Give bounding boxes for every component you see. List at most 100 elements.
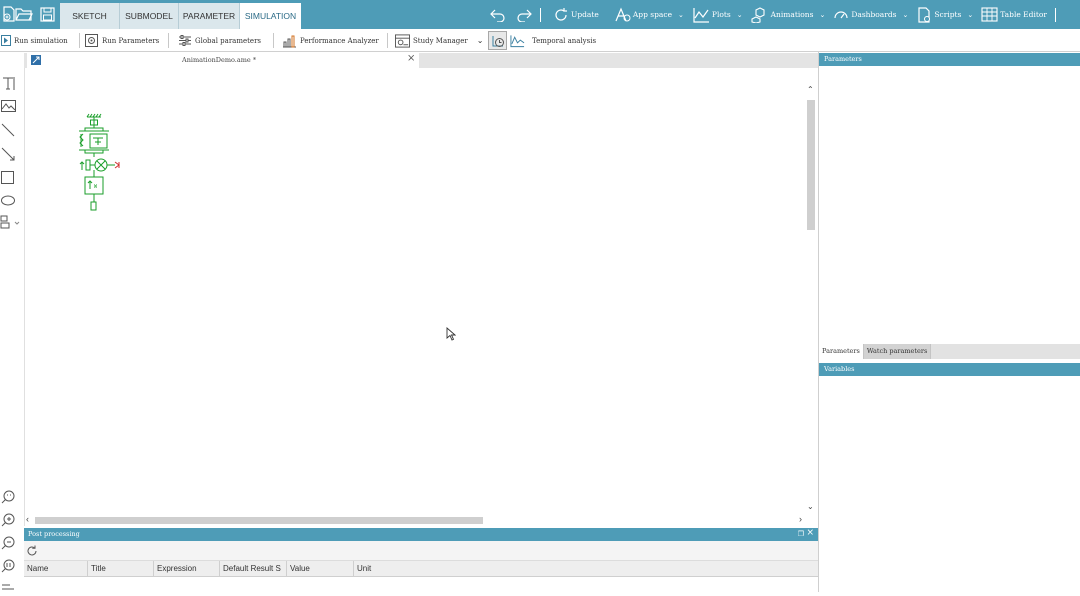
gear-icon: [84, 33, 99, 48]
plots-button[interactable]: Plots ⌄: [692, 7, 743, 23]
dashboards-button[interactable]: Dashboards ⌄: [833, 7, 908, 23]
toolbar-separator: [273, 33, 274, 48]
close-icon[interactable]: ×: [407, 53, 415, 64]
animation-icon: [751, 6, 769, 23]
global-parameters-label: Global parameters: [195, 36, 262, 45]
animations-button[interactable]: Animations ⌄: [751, 6, 825, 23]
table-icon: [981, 7, 998, 22]
chevron-down-icon[interactable]: ⌄: [819, 11, 825, 19]
toolbar-separator: [79, 33, 80, 48]
layers-icon[interactable]: [0, 580, 16, 596]
study-manager-label: Study Manager: [413, 36, 468, 45]
scroll-left-icon[interactable]: ‹: [26, 514, 29, 524]
rectangle-tool-icon[interactable]: [0, 169, 16, 185]
temporal-analysis-label: Temporal analysis: [532, 36, 597, 45]
zoom-fit-icon[interactable]: [0, 489, 16, 505]
column-header[interactable]: Title: [88, 561, 154, 577]
variables-header: Variables: [819, 363, 1080, 376]
scrollbar-thumb[interactable]: [807, 100, 815, 230]
tab-watch-parameters[interactable]: Watch parameters: [863, 344, 932, 359]
redo-button[interactable]: [516, 8, 532, 22]
update-label: Update: [571, 10, 599, 19]
undo-button[interactable]: [490, 8, 506, 22]
arrow-tool-icon[interactable]: [0, 146, 16, 162]
table-editor-button[interactable]: Table Editor: [981, 7, 1047, 22]
bar-chart-icon: [282, 33, 297, 48]
document-tab[interactable]: AnimationDemo.ame * ×: [27, 53, 419, 68]
run-parameters-button[interactable]: Run Parameters: [84, 32, 159, 49]
tab-parameters[interactable]: Parameters: [819, 344, 864, 359]
dashboard-icon: [833, 7, 849, 23]
scroll-right-icon[interactable]: ›: [799, 514, 802, 524]
restore-window-icon[interactable]: ❐: [798, 528, 804, 541]
sketch-canvas[interactable]: W: [24, 68, 818, 526]
zoom-out-icon[interactable]: [0, 535, 16, 551]
run-simulation-button[interactable]: Run simulation: [0, 32, 68, 49]
zoom-in-icon[interactable]: [0, 512, 16, 528]
toolbar-divider: [540, 7, 541, 22]
column-header[interactable]: Name: [24, 561, 88, 577]
column-header[interactable]: Default Result S: [220, 561, 287, 577]
model-diagram[interactable]: W: [73, 112, 133, 222]
global-parameters-button[interactable]: Global parameters: [177, 32, 261, 49]
temporal-analysis-button[interactable]: Temporal analysis: [510, 32, 596, 49]
svg-text:W: W: [94, 184, 98, 190]
performance-analyzer-label: Performance Analyzer: [300, 36, 379, 45]
toolbar-separator: [168, 33, 169, 48]
ellipse-tool-icon[interactable]: [0, 192, 16, 208]
app-space-label: App space: [632, 10, 673, 19]
mouse-pointer-icon: [446, 327, 456, 341]
canvas-horizontal-scrollbar[interactable]: ‹ ›: [24, 514, 806, 525]
tab-sketch[interactable]: SKETCH: [60, 3, 120, 29]
table-editor-label: Table Editor: [1000, 10, 1047, 19]
tab-label: Parameters: [822, 347, 860, 355]
close-icon[interactable]: ×: [806, 527, 814, 540]
chevron-down-icon[interactable]: ⌄: [903, 11, 909, 19]
dashboards-label: Dashboards: [851, 10, 897, 19]
image-tool-icon[interactable]: [0, 98, 16, 114]
update-button[interactable]: Update: [553, 7, 599, 23]
toolbar-separator: [387, 33, 388, 48]
sliders-icon: [177, 33, 192, 48]
temporal-chart-icon: [510, 33, 525, 48]
open-folder-icon[interactable]: [15, 5, 33, 23]
plots-label: Plots: [711, 10, 731, 19]
main-toolbar: SKETCH SUBMODEL PARAMETER SIMULATION Upd…: [0, 0, 1080, 29]
toolbar-divider: [1054, 7, 1056, 22]
clock-icon: [492, 35, 504, 47]
tab-label: SKETCH: [72, 11, 107, 21]
refresh-icon[interactable]: [26, 544, 38, 562]
scripts-button[interactable]: Scripts ⌄: [916, 6, 973, 23]
temporal-toggle-button[interactable]: [488, 31, 507, 50]
canvas-vertical-scrollbar[interactable]: ⌃ ⌄: [806, 85, 816, 512]
play-icon: [0, 33, 11, 48]
chevron-down-icon[interactable]: ⌄: [678, 11, 684, 19]
line-tool-icon[interactable]: [0, 122, 16, 138]
scrollbar-thumb[interactable]: [35, 517, 483, 524]
chevron-down-icon[interactable]: ⌄: [967, 11, 973, 19]
scroll-down-icon[interactable]: ⌄: [807, 502, 814, 511]
chevron-down-icon[interactable]: ⌄: [737, 11, 743, 19]
performance-analyzer-button[interactable]: Performance Analyzer: [282, 32, 379, 49]
text-tool-icon[interactable]: [0, 75, 16, 91]
align-tool-icon[interactable]: [0, 214, 22, 230]
zoom-reset-icon[interactable]: [0, 558, 16, 574]
tab-simulation[interactable]: SIMULATION: [240, 3, 301, 29]
tab-label: PARAMETER: [182, 11, 236, 21]
scripts-label: Scripts: [934, 10, 962, 19]
parameters-title: Parameters: [824, 55, 862, 63]
simulation-toolbar: Run simulation Run Parameters Global par…: [0, 29, 1080, 52]
app-space-button[interactable]: App space ⌄: [613, 6, 684, 23]
tab-parameter[interactable]: PARAMETER: [179, 3, 240, 29]
save-icon[interactable]: [38, 5, 56, 23]
column-header[interactable]: Expression: [154, 561, 220, 577]
study-manager-button[interactable]: Study Manager ⌄: [395, 32, 483, 49]
post-processing-header: Post processing ❐ ×: [24, 528, 818, 541]
run-parameters-label: Run Parameters: [102, 36, 160, 45]
column-header[interactable]: Unit: [354, 561, 818, 577]
column-header[interactable]: Value: [287, 561, 354, 577]
chevron-down-icon[interactable]: ⌄: [477, 36, 484, 45]
refresh-icon: [553, 7, 569, 23]
scroll-up-icon[interactable]: ⌃: [807, 85, 814, 94]
tab-submodel[interactable]: SUBMODEL: [120, 3, 179, 29]
